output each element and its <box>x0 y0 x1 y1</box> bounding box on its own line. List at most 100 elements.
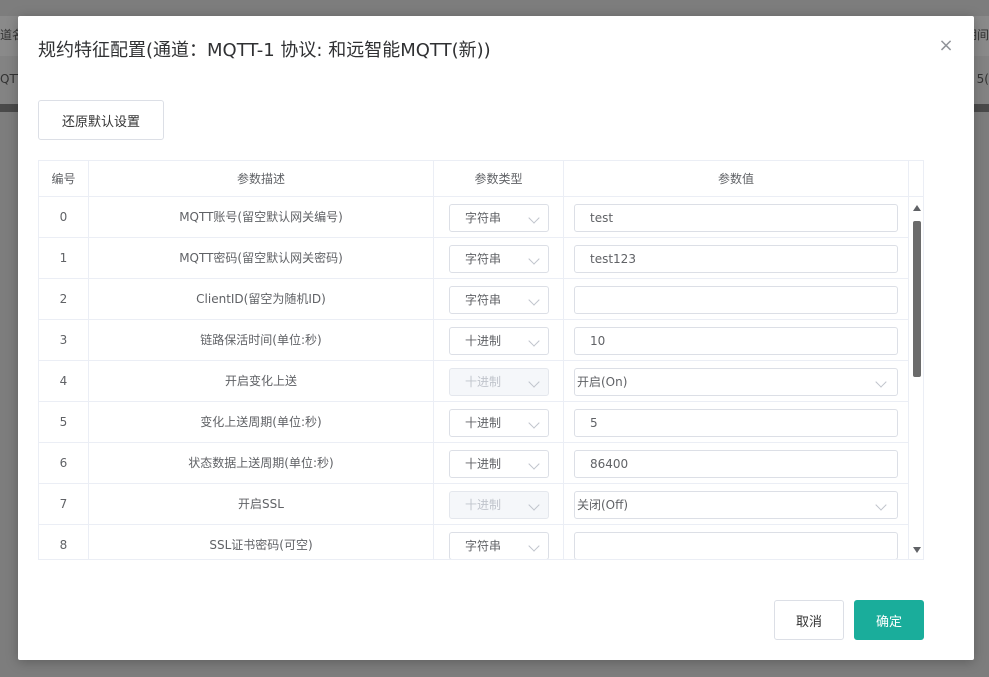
param-type-select: 十进制 <box>449 368 549 396</box>
param-type-cell: 十进制 <box>434 361 564 402</box>
param-type-text: 字符串 <box>465 539 502 553</box>
param-value-cell: 开启(On) <box>564 361 909 402</box>
param-type-cell: 字符串 <box>434 197 564 238</box>
param-id: 5 <box>39 402 89 443</box>
param-value-cell: 10 <box>564 320 909 361</box>
param-type-text: 字符串 <box>465 211 502 225</box>
param-id: 2 <box>39 279 89 320</box>
dialog-title: 规约特征配置(通道：MQTT-1 协议: 和远智能MQTT(新)) <box>38 40 491 61</box>
param-desc: MQTT账号(留空默认网关编号) <box>89 197 434 238</box>
param-type-text: 十进制 <box>465 334 502 348</box>
param-value-cell: test123 <box>564 238 909 279</box>
chevron-down-icon <box>528 499 540 511</box>
param-value-input[interactable] <box>574 286 898 314</box>
param-value-input[interactable]: 86400 <box>574 450 898 478</box>
param-type-cell: 字符串 <box>434 238 564 279</box>
param-desc: 开启SSL <box>89 484 434 525</box>
header-type: 参数类型 <box>434 161 564 197</box>
table-row: 8 SSL证书密码(可空) 字符串 <box>39 525 909 559</box>
param-desc: SSL证书密码(可空) <box>89 525 434 559</box>
param-type-cell: 十进制 <box>434 402 564 443</box>
param-value-cell <box>564 525 909 559</box>
param-desc: 状态数据上送周期(单位:秒) <box>89 443 434 484</box>
table-row: 1 MQTT密码(留空默认网关密码) 字符串 test123 <box>39 238 909 279</box>
params-table: 编号 参数描述 参数类型 参数值 0 MQTT账号(留空默认网关编号) 字符串 tes… <box>38 160 924 560</box>
param-desc: ClientID(留空为随机ID) <box>89 279 434 320</box>
param-id: 8 <box>39 525 89 559</box>
protocol-config-dialog: 规约特征配置(通道：MQTT-1 协议: 和远智能MQTT(新)) × 还原默认… <box>18 16 974 660</box>
table-scrollbar[interactable] <box>911 197 923 559</box>
param-value-input[interactable]: 10 <box>574 327 898 355</box>
scroll-thumb[interactable] <box>913 221 921 377</box>
param-type-cell: 字符串 <box>434 525 564 559</box>
param-value-text: 开启(On) <box>577 375 628 389</box>
header-desc: 参数描述 <box>89 161 434 197</box>
table-row: 4 开启变化上送 十进制 开启(On) <box>39 361 909 402</box>
param-value-input[interactable]: test123 <box>574 245 898 273</box>
param-type-cell: 十进制 <box>434 320 564 361</box>
param-type-text: 字符串 <box>465 293 502 307</box>
chevron-down-icon <box>528 294 540 306</box>
param-desc: MQTT密码(留空默认网关密码) <box>89 238 434 279</box>
param-desc: 变化上送周期(单位:秒) <box>89 402 434 443</box>
param-type-select: 十进制 <box>449 491 549 519</box>
param-value-cell: 关闭(Off) <box>564 484 909 525</box>
chevron-down-icon <box>875 376 887 388</box>
param-type-text: 十进制 <box>465 457 502 471</box>
param-type-text: 十进制 <box>465 416 502 430</box>
param-type-select[interactable]: 十进制 <box>449 327 549 355</box>
chevron-down-icon <box>528 540 540 552</box>
param-desc: 链路保活时间(单位:秒) <box>89 320 434 361</box>
table-row: 3 链路保活时间(单位:秒) 十进制 10 <box>39 320 909 361</box>
param-type-select[interactable]: 字符串 <box>449 245 549 273</box>
param-value-input[interactable]: 5 <box>574 409 898 437</box>
chevron-down-icon <box>528 376 540 388</box>
chevron-down-icon <box>528 253 540 265</box>
table-row: 6 状态数据上送周期(单位:秒) 十进制 86400 <box>39 443 909 484</box>
param-type-text: 十进制 <box>465 498 502 512</box>
param-id: 3 <box>39 320 89 361</box>
chevron-down-icon <box>528 417 540 429</box>
param-value-input[interactable] <box>574 532 898 559</box>
param-id: 1 <box>39 238 89 279</box>
table-body: 0 MQTT账号(留空默认网关编号) 字符串 test 1 MQTT密码(留空默认网关密码… <box>39 197 909 559</box>
param-value-input[interactable]: test <box>574 204 898 232</box>
scroll-down-icon[interactable] <box>913 547 921 553</box>
table-row: 0 MQTT账号(留空默认网关编号) 字符串 test <box>39 197 909 238</box>
table-row: 2 ClientID(留空为随机ID) 字符串 <box>39 279 909 320</box>
background-right-row: 5( <box>976 72 989 86</box>
param-value-cell <box>564 279 909 320</box>
confirm-button[interactable]: 确定 <box>854 600 924 640</box>
param-id: 0 <box>39 197 89 238</box>
param-value-cell: test <box>564 197 909 238</box>
param-type-text: 字符串 <box>465 252 502 266</box>
param-id: 7 <box>39 484 89 525</box>
param-type-cell: 字符串 <box>434 279 564 320</box>
param-type-text: 十进制 <box>465 375 502 389</box>
param-value-text: 关闭(Off) <box>577 498 629 512</box>
close-icon[interactable]: × <box>938 37 954 55</box>
restore-defaults-button[interactable]: 还原默认设置 <box>38 100 164 140</box>
param-id: 4 <box>39 361 89 402</box>
cancel-button[interactable]: 取消 <box>774 600 844 640</box>
table-row: 5 变化上送周期(单位:秒) 十进制 5 <box>39 402 909 443</box>
param-type-select[interactable]: 字符串 <box>449 204 549 232</box>
chevron-down-icon <box>875 499 887 511</box>
header-value: 参数值 <box>564 161 909 197</box>
param-value-select[interactable]: 开启(On) <box>574 368 898 396</box>
param-value-cell: 86400 <box>564 443 909 484</box>
param-type-select[interactable]: 字符串 <box>449 532 549 559</box>
param-type-select[interactable]: 十进制 <box>449 409 549 437</box>
param-desc: 开启变化上送 <box>89 361 434 402</box>
chevron-down-icon <box>528 458 540 470</box>
table-header: 编号 参数描述 参数类型 参数值 <box>39 161 923 197</box>
param-value-select[interactable]: 关闭(Off) <box>574 491 898 519</box>
param-type-cell: 十进制 <box>434 484 564 525</box>
table-row: 7 开启SSL 十进制 关闭(Off) <box>39 484 909 525</box>
header-id: 编号 <box>39 161 89 197</box>
chevron-down-icon <box>528 212 540 224</box>
param-type-cell: 十进制 <box>434 443 564 484</box>
param-type-select[interactable]: 字符串 <box>449 286 549 314</box>
scroll-up-icon[interactable] <box>913 205 921 211</box>
param-type-select[interactable]: 十进制 <box>449 450 549 478</box>
